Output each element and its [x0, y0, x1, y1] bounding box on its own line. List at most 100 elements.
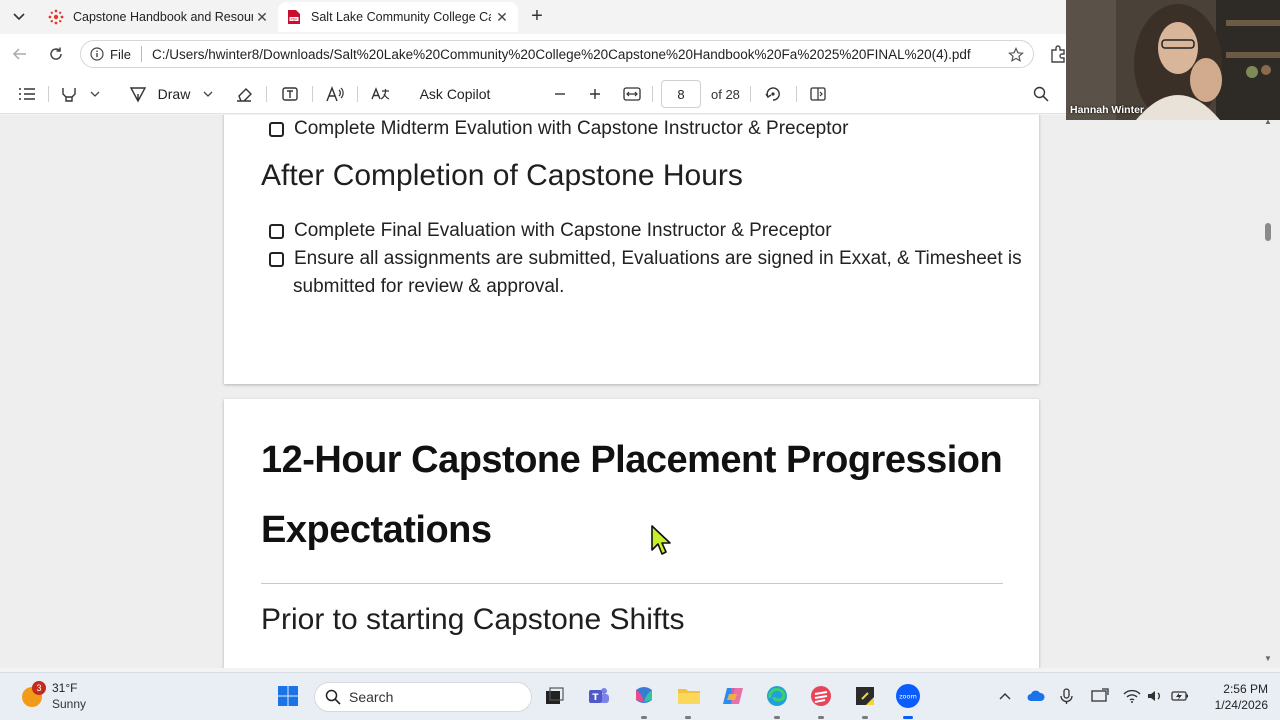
contents-list-icon[interactable]: [16, 82, 38, 106]
search-icon: [325, 689, 341, 705]
battery-charging-icon[interactable]: [1171, 687, 1189, 705]
clock-time: 2:56 PM: [1223, 682, 1268, 696]
pdf-page-9: 12-Hour Capstone Placement Progression E…: [224, 399, 1039, 668]
scroll-down-arrow-icon[interactable]: ▼: [1264, 654, 1272, 663]
tab-capstone-handbook-resources[interactable]: Capstone Handbook and Resources ✕: [40, 2, 278, 32]
draw-button[interactable]: Draw: [156, 82, 192, 106]
active-app-indicator: [903, 716, 913, 719]
divider: [312, 86, 313, 102]
notification-badge: 3: [32, 681, 46, 695]
fit-to-width-icon[interactable]: [621, 82, 643, 106]
new-tab-icon[interactable]: +: [526, 5, 548, 27]
highlight-options-chevron-icon[interactable]: [88, 82, 102, 106]
checklist-text: Complete Final Evaluation with Capstone …: [294, 220, 832, 241]
tab-label: Salt Lake Community College Capstone Han…: [311, 10, 491, 24]
checkbox: [269, 252, 284, 267]
checkbox: [269, 122, 284, 137]
tab-label: Capstone Handbook and Resources: [73, 10, 253, 24]
checklist-item: Complete Midterm Evalution with Capstone…: [269, 115, 848, 143]
back-arrow-icon[interactable]: [8, 42, 32, 66]
url-text[interactable]: C:/Users/hwinter8/Downloads/Salt%20Lake%…: [152, 47, 992, 62]
search-icon[interactable]: [1030, 82, 1052, 106]
slack-like-app-icon[interactable]: [808, 683, 834, 709]
translate-icon[interactable]: [368, 82, 392, 106]
info-icon[interactable]: [89, 46, 105, 62]
divider: [261, 583, 1003, 584]
divider: [750, 86, 751, 102]
divider: [48, 86, 49, 102]
participant-name: Hannah Winter: [1070, 104, 1144, 116]
file-explorer-icon[interactable]: [676, 683, 702, 709]
read-aloud-icon[interactable]: [324, 82, 346, 106]
edge-browser-icon[interactable]: [764, 683, 790, 709]
zoom-app-icon[interactable]: zoom: [895, 683, 921, 709]
page-title-line-1: 12-Hour Capstone Placement Progression: [261, 439, 1003, 481]
page-number-input[interactable]: 8: [661, 80, 701, 108]
checklist-continuation: submitted for review & approval.: [293, 273, 564, 301]
microsoft-365-icon[interactable]: [631, 683, 657, 709]
divider: [796, 86, 797, 102]
participant-video-image: [1066, 0, 1280, 120]
page-view-icon[interactable]: [807, 82, 829, 106]
checkbox: [269, 224, 284, 239]
pdf-page-8: Complete Midterm Evalution with Capstone…: [224, 115, 1039, 384]
highlight-icon[interactable]: [58, 82, 80, 106]
mouse-cursor-icon: [651, 525, 671, 555]
tab-slcc-capstone-handbook[interactable]: PDF Salt Lake Community College Capstone…: [278, 2, 518, 32]
svg-text:zoom: zoom: [899, 693, 917, 701]
close-tab-icon[interactable]: ✕: [494, 9, 510, 25]
search-label: Search: [349, 689, 394, 705]
page-title-line-2: Expectations: [261, 509, 492, 551]
ask-copilot-button[interactable]: Ask Copilot: [418, 82, 492, 106]
running-indicator: [685, 716, 691, 719]
task-view-icon[interactable]: [541, 683, 567, 709]
sticky-notes-icon[interactable]: [852, 683, 878, 709]
svg-text:T: T: [592, 693, 599, 703]
pdf-file-icon: PDF: [286, 9, 302, 25]
draw-pen-icon[interactable]: [126, 82, 150, 106]
microphone-icon[interactable]: [1058, 687, 1076, 705]
temperature: 31°F: [52, 681, 78, 695]
onedrive-cloud-icon[interactable]: [1027, 687, 1045, 705]
scrollbar-thumb[interactable]: [1265, 223, 1271, 241]
svg-text:PDF: PDF: [290, 17, 297, 21]
checklist-text: submitted for review & approval.: [293, 276, 565, 297]
checklist-item: Complete Final Evaluation with Capstone …: [269, 217, 832, 245]
windows-start-icon[interactable]: [275, 683, 301, 709]
system-clock[interactable]: 2:56 PM 1/24/2026: [1198, 681, 1268, 713]
divider: [652, 86, 653, 102]
rotate-icon[interactable]: [762, 82, 784, 106]
copilot-icon[interactable]: [720, 683, 746, 709]
draw-options-chevron-icon[interactable]: [201, 82, 215, 106]
windows-taskbar: 3 31°F Sunny Search T zoom 2:56 PM 1/24/…: [0, 672, 1280, 720]
show-hidden-icons-chevron-icon[interactable]: [996, 687, 1014, 705]
running-indicator: [818, 716, 824, 719]
canvas-logo-icon: [48, 9, 64, 25]
weather-widget[interactable]: 3 31°F Sunny: [18, 679, 128, 715]
eraser-icon[interactable]: [233, 82, 255, 106]
pdf-viewer[interactable]: Complete Midterm Evalution with Capstone…: [0, 115, 1280, 668]
divider: [140, 46, 142, 62]
address-bar[interactable]: File C:/Users/hwinter8/Downloads/Salt%20…: [80, 40, 1034, 68]
video-participant-tile[interactable]: Hannah Winter: [1066, 0, 1280, 120]
screen-share-icon[interactable]: [1091, 687, 1109, 705]
add-text-icon[interactable]: [279, 82, 301, 106]
page-count: of 28: [711, 87, 740, 102]
zoom-out-icon[interactable]: [551, 82, 569, 106]
volume-icon[interactable]: [1146, 687, 1164, 705]
checklist-text: Ensure all assignments are submitted, Ev…: [294, 248, 1022, 269]
favorite-star-icon[interactable]: [1007, 46, 1025, 64]
tab-actions-menu-icon[interactable]: [6, 5, 32, 29]
wifi-icon[interactable]: [1123, 687, 1141, 705]
weather-condition: Sunny: [52, 697, 87, 711]
checklist-text: Complete Midterm Evalution with Capstone…: [294, 118, 849, 139]
refresh-icon[interactable]: [44, 42, 68, 66]
teams-icon[interactable]: T: [586, 683, 612, 709]
file-scheme-label: File: [110, 46, 131, 62]
vertical-scrollbar[interactable]: ▲ ▼: [1262, 115, 1274, 668]
divider: [266, 86, 267, 102]
extensions-icon[interactable]: [1048, 44, 1068, 64]
close-tab-icon[interactable]: ✕: [254, 9, 270, 25]
taskbar-search-box[interactable]: Search: [314, 682, 532, 712]
zoom-in-icon[interactable]: [586, 82, 604, 106]
